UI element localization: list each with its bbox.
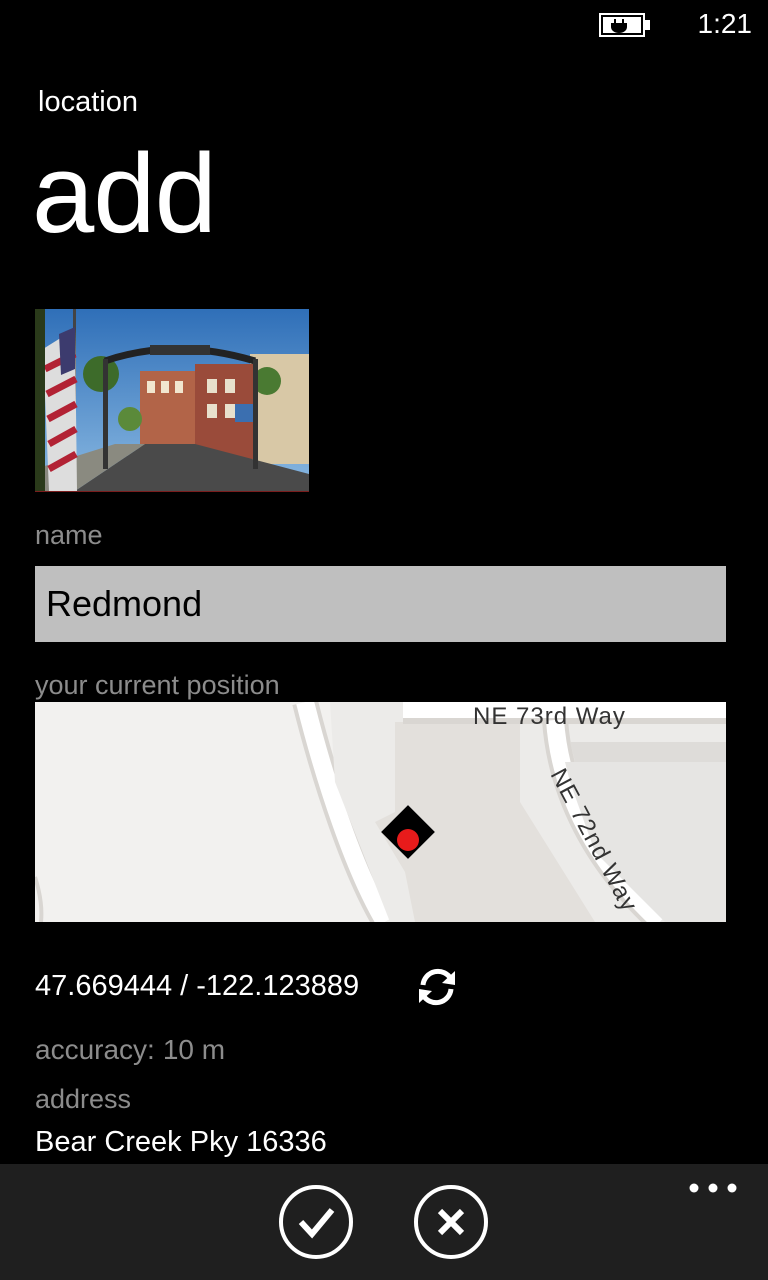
position-label: your current position — [35, 670, 280, 700]
page-title: add — [32, 131, 217, 256]
confirm-button[interactable] — [278, 1184, 354, 1260]
street-label-ne-73rd: NE 73rd Way — [473, 703, 626, 730]
map-canvas: NE 73rd Way NE 72nd Way — [35, 702, 726, 922]
battery-charging-icon — [599, 13, 650, 37]
photo-thumbnail[interactable] — [35, 309, 309, 492]
cancel-button[interactable] — [413, 1184, 489, 1260]
status-time: 1:21 — [697, 8, 753, 39]
name-label: name — [35, 520, 103, 550]
coordinates-value: 47.669444 / -122.123889 — [35, 970, 360, 1002]
accuracy-value: 10 m — [162, 1034, 226, 1065]
location-map[interactable]: NE 73rd Way NE 72nd Way — [35, 702, 726, 922]
name-input[interactable]: Redmond — [35, 566, 726, 642]
app-bar — [0, 1164, 768, 1280]
refresh-icon[interactable] — [415, 965, 459, 1009]
photo-image — [35, 309, 309, 491]
status-bar: 1:21 — [0, 0, 768, 48]
accuracy-row: accuracy: 10 m — [35, 1032, 225, 1068]
address-label: address — [35, 1084, 132, 1114]
app-title: location — [38, 86, 138, 118]
ellipsis-icon[interactable] — [688, 1180, 738, 1196]
accuracy-label: accuracy: — [35, 1034, 155, 1065]
address-value: Bear Creek Pky 16336 — [35, 1126, 327, 1158]
